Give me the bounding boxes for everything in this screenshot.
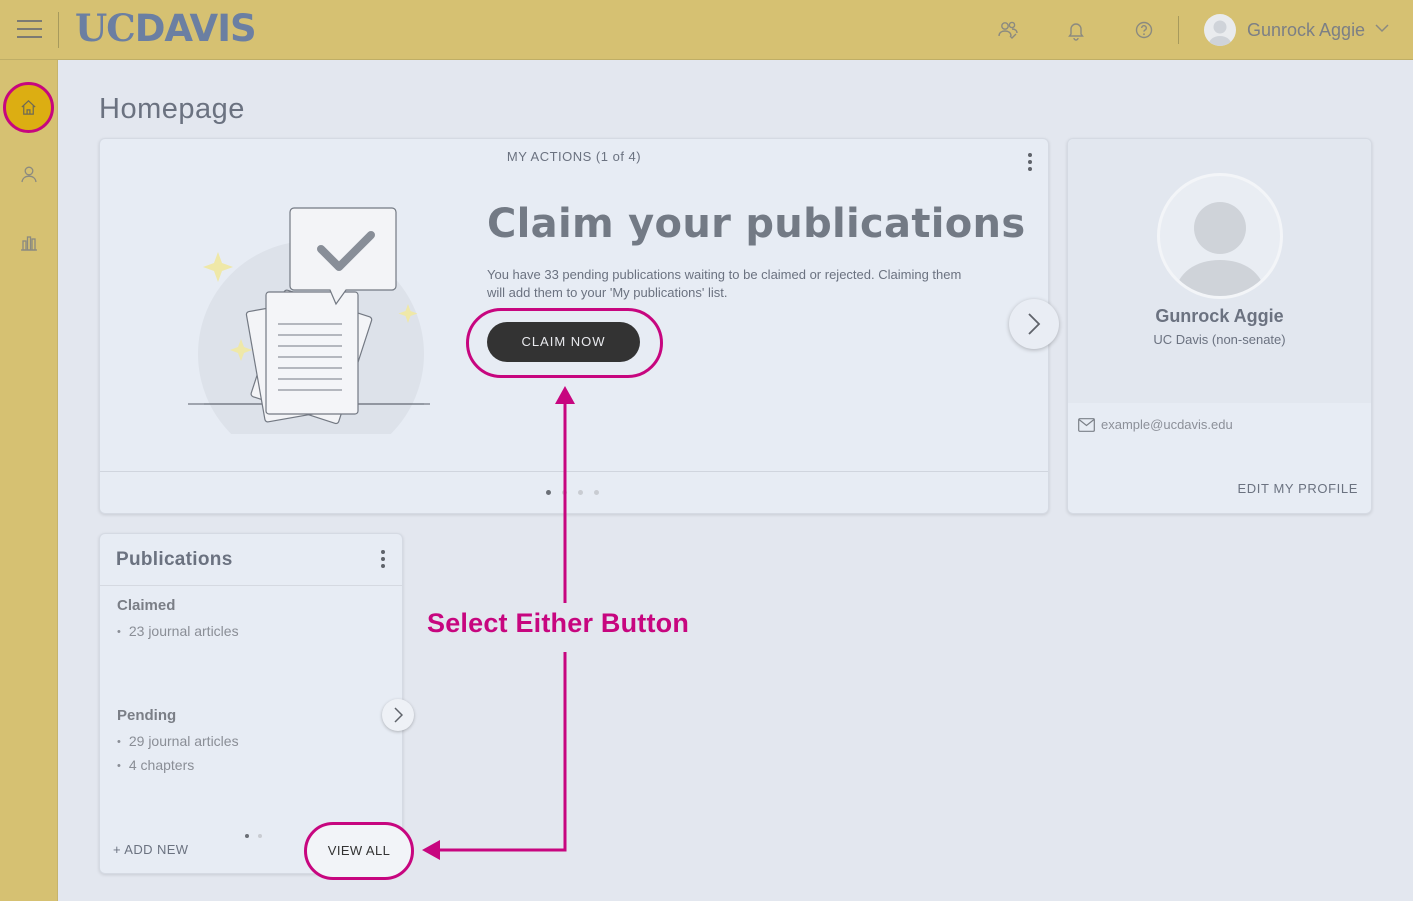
pending-heading: Pending	[117, 707, 177, 724]
edit-profile-button[interactable]: EDIT MY PROFILE	[1238, 481, 1359, 496]
sidebar-item-home[interactable]	[3, 82, 54, 133]
sidebar	[0, 60, 58, 901]
publications-divider	[100, 585, 402, 586]
actions-description: You have 33 pending publications waiting…	[487, 267, 962, 300]
publications-more-icon[interactable]	[380, 550, 386, 570]
actions-more-icon[interactable]	[1027, 153, 1033, 173]
profile-header: Gunrock Aggie UC Davis (non-senate)	[1068, 139, 1371, 403]
actions-next-button[interactable]	[1009, 299, 1059, 349]
email-icon	[1078, 418, 1095, 432]
profile-person-icon	[1174, 202, 1266, 296]
publications-next-button[interactable]	[382, 699, 414, 731]
profile-email[interactable]: example@ucdavis.edu	[1101, 417, 1233, 432]
avatar-person-icon	[1208, 20, 1232, 46]
actions-label: MY ACTIONS (1 of 4)	[506, 149, 642, 164]
profile-avatar	[1157, 173, 1283, 299]
view-all-button[interactable]: VIEW ALL	[304, 822, 414, 880]
profile-card: Gunrock Aggie UC Davis (non-senate) exam…	[1067, 138, 1372, 514]
menu-icon[interactable]	[17, 20, 42, 40]
annotation-label: Select Either Button	[425, 608, 692, 639]
pagination-dot[interactable]	[245, 834, 249, 838]
header-divider-right	[1178, 16, 1179, 44]
profile-department: UC Davis (non-senate)	[1153, 332, 1286, 347]
profile-name: Gunrock Aggie	[1155, 306, 1284, 326]
pagination-dot[interactable]	[546, 490, 551, 495]
claimed-heading: Claimed	[117, 597, 176, 614]
pagination-dot[interactable]	[594, 490, 599, 495]
my-actions-card: MY ACTIONS (1 of 4) Claim your publicati…	[99, 138, 1059, 514]
pending-item: 4 chapters	[117, 757, 194, 773]
pagination-dot[interactable]	[578, 490, 583, 495]
avatar[interactable]	[1204, 14, 1236, 46]
top-bar: UCDAVIS Gunrock Aggie	[0, 0, 1413, 60]
publications-card: Publications Claimed 23 journal articles…	[99, 533, 414, 880]
chevron-right-icon	[1028, 313, 1041, 335]
actions-pagination[interactable]	[546, 490, 599, 495]
publications-pagination[interactable]	[245, 834, 262, 838]
pending-item: 29 journal articles	[117, 733, 239, 749]
user-menu-name[interactable]: Gunrock Aggie	[1247, 20, 1365, 41]
ucdavis-logo[interactable]: UCDAVIS	[75, 6, 257, 50]
add-new-button[interactable]: + ADD NEW	[113, 842, 188, 857]
logo-davis: DAVIS	[134, 7, 257, 50]
claim-illustration	[188, 207, 434, 434]
bell-icon[interactable]	[1064, 18, 1088, 42]
logo-uc: UC	[75, 6, 136, 50]
home-icon	[21, 100, 36, 115]
pagination-dot[interactable]	[258, 834, 262, 838]
page-title: Homepage	[99, 93, 245, 125]
header-divider	[58, 12, 59, 48]
chevron-down-icon[interactable]	[1374, 20, 1390, 36]
publications-title: Publications	[116, 549, 233, 570]
bar-chart-icon[interactable]	[19, 232, 39, 252]
chevron-right-icon	[394, 707, 403, 723]
person-icon[interactable]	[19, 164, 39, 184]
actions-heading: Claim your publications	[487, 201, 1026, 247]
claimed-item: 23 journal articles	[117, 623, 239, 639]
actions-divider	[100, 471, 1048, 472]
claim-now-button[interactable]: CLAIM NOW	[487, 322, 640, 362]
pagination-dot[interactable]	[562, 490, 567, 495]
people-icon[interactable]	[996, 18, 1020, 42]
help-icon[interactable]	[1132, 18, 1156, 42]
